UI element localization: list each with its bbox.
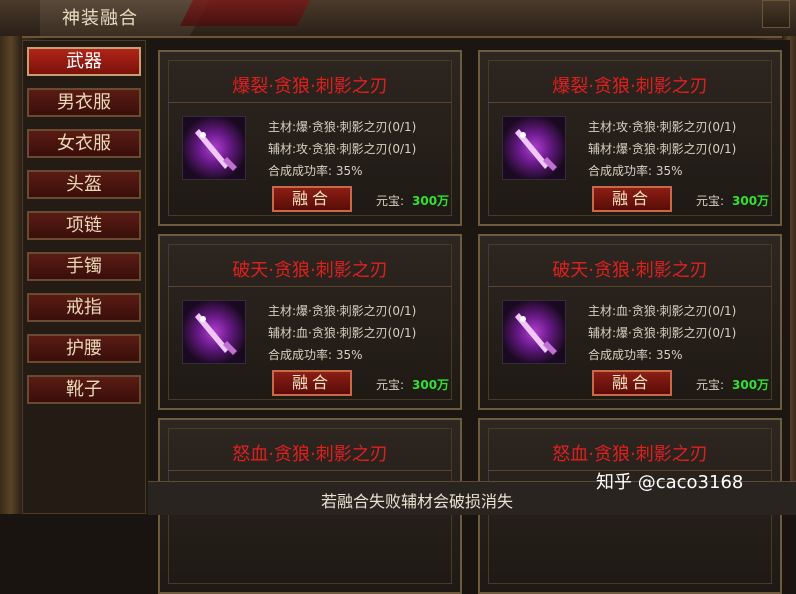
main-material: 主材:爆·贪狼·刺影之刃(0/1) (268, 304, 417, 318)
left-border-decoration (0, 36, 22, 514)
fuse-button[interactable]: 融合 (592, 370, 672, 396)
card-title: 怒血·贪狼·刺影之刃 (232, 444, 388, 465)
card-title: 爆裂·贪狼·刺影之刃 (552, 76, 708, 97)
fusion-card: 爆裂·贪狼·刺影之刃 主材:攻·贪狼·刺影之刃(0/1) 辅材:爆·贪狼·刺影之… (478, 50, 782, 226)
price-value: 300万 (412, 378, 450, 392)
watermark: 知乎 @caco3168 (596, 472, 744, 493)
fusion-card: 破天·贪狼·刺影之刃 主材:血·贪狼·刺影之刃(0/1) 辅材:爆·贪狼·刺影之… (478, 234, 782, 410)
divider (488, 102, 772, 103)
aux-material: 辅材:攻·贪狼·刺影之刃(0/1) (268, 142, 417, 156)
window-title: 神装融合 (62, 8, 138, 29)
sidebar-item-bracelet[interactable]: 手镯 (27, 252, 141, 281)
sidebar-item-weapon[interactable]: 武器 (27, 47, 141, 76)
price-label: 元宝: (696, 194, 725, 208)
sidebar-item-belt[interactable]: 护腰 (27, 334, 141, 363)
success-rate: 合成成功率: 35% (268, 164, 363, 178)
aux-material: 辅材:爆·贪狼·刺影之刃(0/1) (588, 326, 737, 340)
blade-item-icon[interactable] (502, 116, 566, 180)
price-label: 元宝: (376, 194, 405, 208)
card-title: 怒血·贪狼·刺影之刃 (552, 444, 708, 465)
fuse-button[interactable]: 融合 (272, 370, 352, 396)
fusion-content: 爆裂·贪狼·刺影之刃 主材:爆·贪狼·刺影之刃(0/1) 辅材:攻·贪狼·刺影之… (150, 40, 790, 594)
price-label: 元宝: (376, 378, 405, 392)
curtain-decoration (180, 0, 310, 26)
card-title: 爆裂·贪狼·刺影之刃 (232, 76, 388, 97)
blade-item-icon[interactable] (182, 300, 246, 364)
sidebar-item-ring[interactable]: 戒指 (27, 293, 141, 322)
divider (168, 102, 452, 103)
aux-material: 辅材:爆·贪狼·刺影之刃(0/1) (588, 142, 737, 156)
sidebar-item-male-armor[interactable]: 男衣服 (27, 88, 141, 117)
aux-material: 辅材:血·贪狼·刺影之刃(0/1) (268, 326, 417, 340)
price-value: 300万 (732, 378, 770, 392)
main-material: 主材:血·贪狼·刺影之刃(0/1) (588, 304, 737, 318)
main-material: 主材:爆·贪狼·刺影之刃(0/1) (268, 120, 417, 134)
success-rate: 合成成功率: 35% (268, 348, 363, 362)
title-bar: 神装融合 (0, 0, 796, 38)
blade-item-icon[interactable] (182, 116, 246, 180)
fuse-button[interactable]: 融合 (592, 186, 672, 212)
sidebar-item-necklace[interactable]: 项链 (27, 211, 141, 240)
blade-item-icon[interactable] (502, 300, 566, 364)
fusion-card: 破天·贪狼·刺影之刃 主材:爆·贪狼·刺影之刃(0/1) 辅材:血·贪狼·刺影之… (158, 234, 462, 410)
divider (488, 286, 772, 287)
divider (168, 470, 452, 471)
price-value: 300万 (412, 194, 450, 208)
price-label: 元宝: (696, 378, 725, 392)
fusion-card: 爆裂·贪狼·刺影之刃 主材:爆·贪狼·刺影之刃(0/1) 辅材:攻·贪狼·刺影之… (158, 50, 462, 226)
card-title: 破天·贪狼·刺影之刃 (552, 260, 708, 281)
main-material: 主材:攻·贪狼·刺影之刃(0/1) (588, 120, 737, 134)
price-value: 300万 (732, 194, 770, 208)
success-rate: 合成成功率: 35% (588, 164, 683, 178)
card-title: 破天·贪狼·刺影之刃 (232, 260, 388, 281)
sidebar-item-boots[interactable]: 靴子 (27, 375, 141, 404)
sidebar-item-female-armor[interactable]: 女衣服 (27, 129, 141, 158)
close-button[interactable] (762, 0, 790, 28)
success-rate: 合成成功率: 35% (588, 348, 683, 362)
divider (168, 286, 452, 287)
fuse-button[interactable]: 融合 (272, 186, 352, 212)
sidebar-item-helmet[interactable]: 头盔 (27, 170, 141, 199)
category-sidebar: 武器 男衣服 女衣服 头盔 项链 手镯 戒指 护腰 靴子 (22, 40, 146, 514)
